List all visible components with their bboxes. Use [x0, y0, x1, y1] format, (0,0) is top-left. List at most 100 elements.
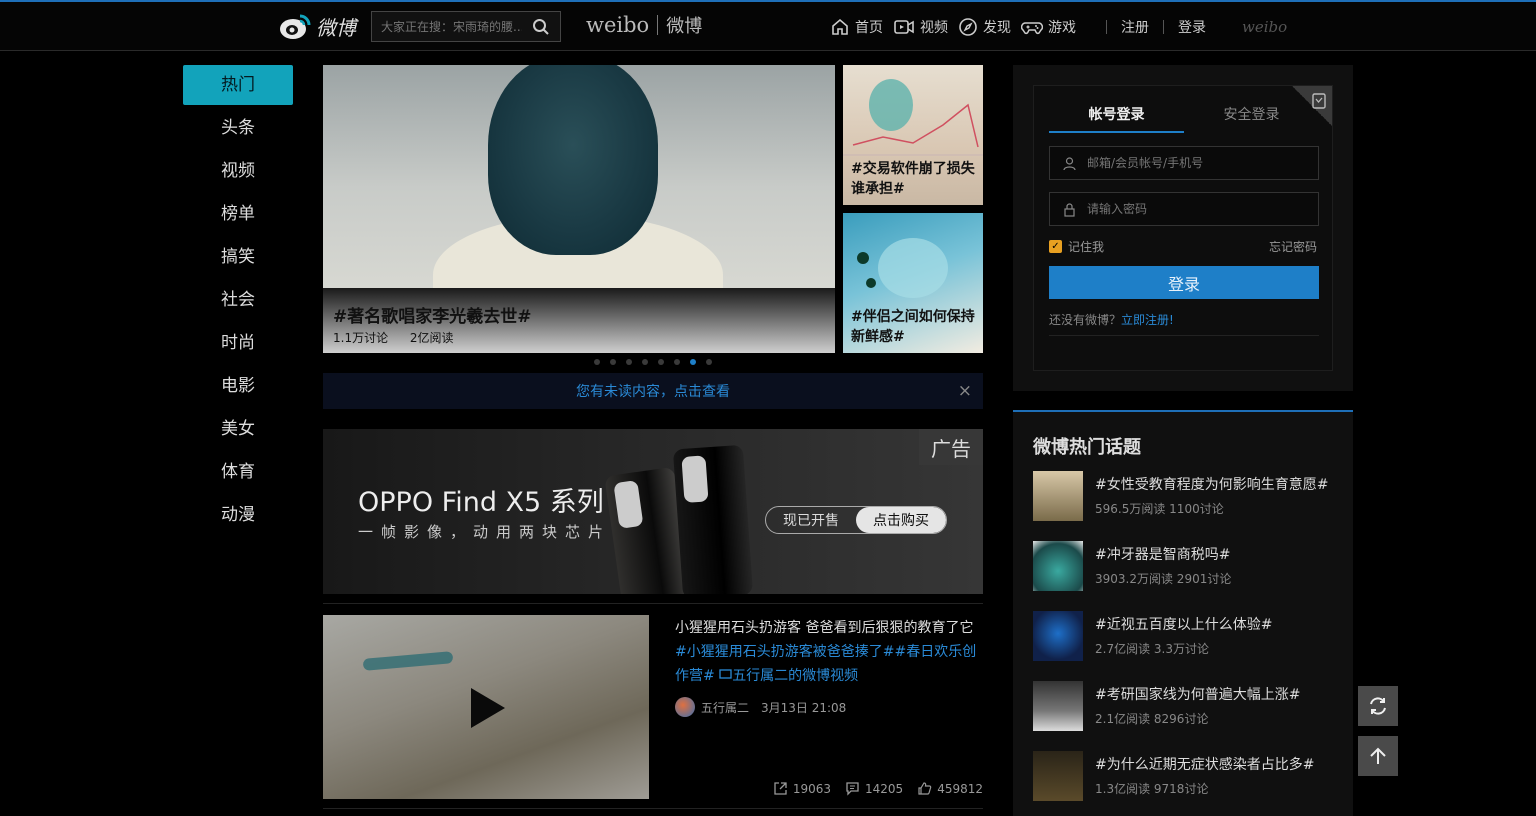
carousel-dot-active[interactable]	[690, 359, 696, 365]
feed-body: 小猩猩用石头扔游客 爸爸看到后狠狠的教育了它	[675, 620, 974, 636]
home-icon	[832, 18, 848, 35]
top-nav: 首页 视频 发现 游戏 注册 登录 weibo	[830, 15, 1287, 39]
carousel-dots	[594, 359, 712, 365]
advertisement-banner[interactable]: 广告 OPPO Find X5 系列 一帧影像，动用两块芯片 现已开售 点击购买	[323, 429, 983, 594]
topic-meta: 1.3亿阅读 9718讨论	[1095, 782, 1209, 796]
topic-item[interactable]: #近视五百度以上什么体验# 2.7亿阅读 3.3万讨论	[1033, 611, 1333, 663]
avatar[interactable]	[675, 697, 695, 717]
tab-secure-login[interactable]: 安全登录	[1184, 104, 1319, 133]
sidebar-item-rankings[interactable]: 榜单	[183, 194, 293, 234]
topic-thumbnail	[1033, 611, 1083, 661]
remember-label: 记住我	[1068, 240, 1105, 254]
share-icon	[774, 782, 787, 795]
register-link[interactable]: 注册	[1121, 17, 1149, 37]
carousel-dot[interactable]	[674, 359, 680, 365]
author-name[interactable]: 五行属二	[701, 699, 749, 716]
lock-icon	[1064, 202, 1075, 217]
brand-separator	[657, 15, 659, 35]
back-to-top-button[interactable]	[1358, 736, 1398, 776]
close-icon[interactable]: ×	[958, 381, 972, 401]
nav-discover-label: 发现	[983, 20, 1011, 36]
sidebar-item-hot[interactable]: 热门	[183, 65, 293, 105]
nav-video[interactable]: 视频	[893, 17, 948, 37]
ad-buy-button[interactable]: 点击购买	[856, 507, 946, 533]
sidebar-item-movie[interactable]: 电影	[183, 366, 293, 406]
forgot-password-link[interactable]: 忘记密码	[1269, 238, 1317, 255]
feed-video-link-text: 五行属二的微博视频	[732, 668, 859, 684]
login-tabs: 帐号登录 安全登录	[1049, 104, 1319, 133]
remember-checkbox[interactable]: ✓	[1049, 240, 1062, 253]
username-field[interactable]	[1049, 146, 1319, 180]
password-input[interactable]	[1087, 202, 1307, 216]
feed-text: 小猩猩用石头扔游客 爸爸看到后狠狠的教育了它 #小猩猩用石头扔游客被爸爸揍了##…	[675, 616, 983, 688]
video-thumbnail[interactable]	[323, 615, 649, 799]
topic-item[interactable]: #女性受教育程度为何影响生育意愿# 596.5万阅读 1100讨论	[1033, 471, 1333, 523]
topic-thumbnail	[1033, 751, 1083, 801]
brand-en: weibo	[586, 13, 650, 37]
search-icon[interactable]	[532, 18, 550, 36]
login-box: 帐号登录 安全登录 ✓ 记住我 忘记密码 登录 还没有微博？立即注册!	[1033, 85, 1333, 371]
thumbs-up-icon	[918, 782, 932, 795]
feed-actions: 19063 14205 459812	[773, 781, 983, 796]
search-input[interactable]	[372, 19, 522, 34]
carousel-dot[interactable]	[610, 359, 616, 365]
play-icon[interactable]	[468, 685, 508, 731]
topic-item[interactable]: #冲牙器是智商税吗# 3903.2万阅读 2901讨论	[1033, 541, 1333, 593]
weibo-eye-icon	[280, 14, 311, 39]
topic-item[interactable]: #为什么近期无症状感染者占比多# 1.3亿阅读 9718讨论	[1033, 751, 1333, 803]
like-button[interactable]: 459812	[917, 781, 983, 796]
repost-count: 19063	[792, 781, 831, 796]
hot-topics-title: 微博热门话题	[1033, 437, 1141, 458]
carousel-side-card[interactable]: #伴侣之间如何保持新鲜感#	[843, 213, 983, 353]
sidebar-item-anime[interactable]: 动漫	[183, 495, 293, 535]
weibo-logo[interactable]: 微博	[278, 11, 356, 41]
register-now-link[interactable]: 立即注册!	[1121, 313, 1174, 327]
remember-me[interactable]: ✓ 记住我	[1049, 238, 1104, 255]
unread-notice-bar[interactable]: 您有未读内容，点击查看 ×	[323, 373, 983, 409]
carousel-dot[interactable]	[594, 359, 600, 365]
hero-title[interactable]: #著名歌唱家李光羲去世#	[333, 302, 532, 327]
sidebar-item-society[interactable]: 社会	[183, 280, 293, 320]
hero-image-face	[488, 65, 658, 255]
ad-on-sale-button[interactable]: 现已开售	[766, 507, 856, 533]
sidebar-item-beauty[interactable]: 美女	[183, 409, 293, 449]
comment-button[interactable]: 14205	[845, 781, 903, 796]
camera-module	[681, 455, 709, 503]
tab-account-login[interactable]: 帐号登录	[1049, 104, 1184, 133]
topic-meta: 2.7亿阅读 3.3万讨论	[1095, 642, 1209, 656]
login-button[interactable]: 登录	[1049, 266, 1319, 299]
topic-meta: 3903.2万阅读 2901讨论	[1095, 572, 1232, 586]
search-box[interactable]	[371, 11, 561, 42]
nav-discover[interactable]: 发现	[958, 17, 1011, 37]
nav-game[interactable]: 游戏	[1021, 17, 1076, 37]
hero-carousel-slide[interactable]: #著名歌唱家李光羲去世# 1.1万讨论 2亿阅读	[323, 65, 835, 353]
login-link[interactable]: 登录	[1178, 17, 1206, 37]
feed-video-link[interactable]: 五行属二的微博视频	[719, 668, 858, 684]
topic-thumbnail	[1033, 471, 1083, 521]
sidebar-item-sports[interactable]: 体育	[183, 452, 293, 492]
sidebar-item-fashion[interactable]: 时尚	[183, 323, 293, 363]
carousel-dot[interactable]	[658, 359, 664, 365]
topic-item[interactable]: #考研国家线为何普遍大幅上涨# 2.1亿阅读 8296讨论	[1033, 681, 1333, 733]
ad-label-badge: 广告	[919, 429, 983, 465]
username-input[interactable]	[1087, 156, 1307, 170]
thumbnail-detail	[362, 651, 454, 671]
register-prompt: 还没有微博？立即注册!	[1049, 311, 1174, 328]
sidebar-item-video[interactable]: 视频	[183, 151, 293, 191]
carousel-dot[interactable]	[626, 359, 632, 365]
refresh-button[interactable]	[1358, 686, 1398, 726]
repost-button[interactable]: 19063	[773, 781, 831, 796]
no-account-text: 还没有微博？	[1049, 313, 1122, 327]
password-field[interactable]	[1049, 192, 1319, 226]
comment-icon	[846, 782, 859, 796]
carousel-dot[interactable]	[642, 359, 648, 365]
divider	[323, 603, 983, 604]
brand-wordmark: weibo 微博	[586, 12, 702, 38]
like-count: 459812	[937, 781, 983, 796]
side-card-title: #交易软件崩了损失谁承担#	[851, 161, 975, 197]
sidebar-item-funny[interactable]: 搞笑	[183, 237, 293, 277]
carousel-side-card[interactable]: #交易软件崩了损失谁承担#	[843, 65, 983, 205]
carousel-dot[interactable]	[706, 359, 712, 365]
sidebar-item-headlines[interactable]: 头条	[183, 108, 293, 148]
nav-home[interactable]: 首页	[830, 17, 883, 37]
